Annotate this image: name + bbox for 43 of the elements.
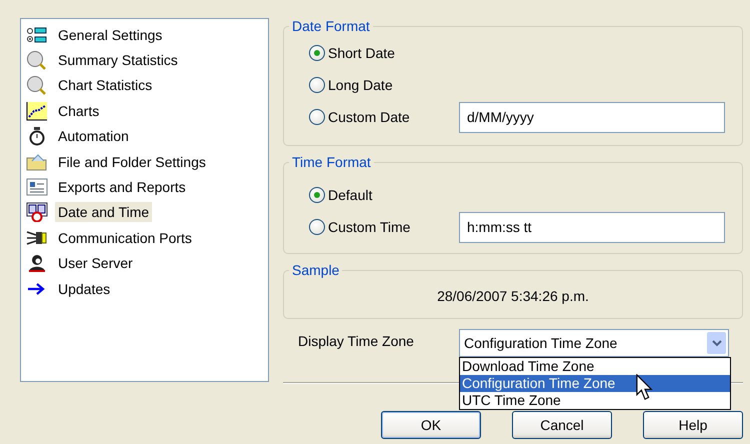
list-icon <box>26 24 48 45</box>
user-icon <box>26 253 48 274</box>
sample-text: 28/06/2007 5:34:26 p.m. <box>436 287 590 306</box>
group-title: Time Format <box>291 154 372 170</box>
list-item[interactable]: Updates <box>55 278 114 299</box>
dropdown-option[interactable]: UTC Time Zone <box>460 392 730 409</box>
radio-button[interactable] <box>309 77 325 93</box>
folder-icon <box>26 152 48 172</box>
list-item[interactable]: File and Folder Settings <box>55 152 209 172</box>
magnifier-icon <box>26 75 48 96</box>
radio-label: Default <box>328 187 372 203</box>
radio-button[interactable] <box>309 219 325 235</box>
input-field[interactable]: d/MM/yyyy <box>459 102 725 132</box>
chart-icon <box>26 100 48 121</box>
list-item[interactable]: Charts <box>55 100 102 121</box>
group-title: Date Format <box>291 18 371 34</box>
radio-label: Custom Date <box>328 109 410 125</box>
cursor-icon <box>636 374 654 401</box>
list-item[interactable]: Communication Ports <box>55 228 195 248</box>
radio-label: Short Date <box>328 45 395 61</box>
dialog-button[interactable]: Help <box>643 411 743 439</box>
radio-label: Custom Time <box>328 219 410 235</box>
radio-label: Long Date <box>328 77 393 93</box>
radio-button[interactable] <box>309 187 325 203</box>
document-icon <box>26 177 48 198</box>
dropdown-option[interactable]: Download Time Zone <box>460 358 730 375</box>
list-item[interactable]: General Settings <box>55 24 166 45</box>
radio-button[interactable] <box>309 45 325 61</box>
list-item[interactable]: Summary Statistics <box>55 50 181 70</box>
calendar-icon <box>26 202 48 222</box>
dialog-button[interactable]: OK <box>381 411 481 439</box>
dropdown-option[interactable]: Configuration Time Zone <box>460 375 730 392</box>
input-field[interactable]: h:mm:ss tt <box>459 212 725 242</box>
list-item[interactable]: Chart Statistics <box>55 75 156 96</box>
field-label: Display Time Zone <box>298 333 415 349</box>
magnifier-icon <box>26 50 48 70</box>
group-title: Sample <box>291 262 340 278</box>
dialog-button[interactable]: Cancel <box>512 411 612 439</box>
list-item[interactable]: Exports and Reports <box>55 177 189 198</box>
list-item[interactable]: Date and Time <box>55 202 152 222</box>
radio-button[interactable] <box>309 109 325 125</box>
list-item[interactable]: User Server <box>55 253 136 274</box>
list-item[interactable]: Automation <box>55 126 132 146</box>
